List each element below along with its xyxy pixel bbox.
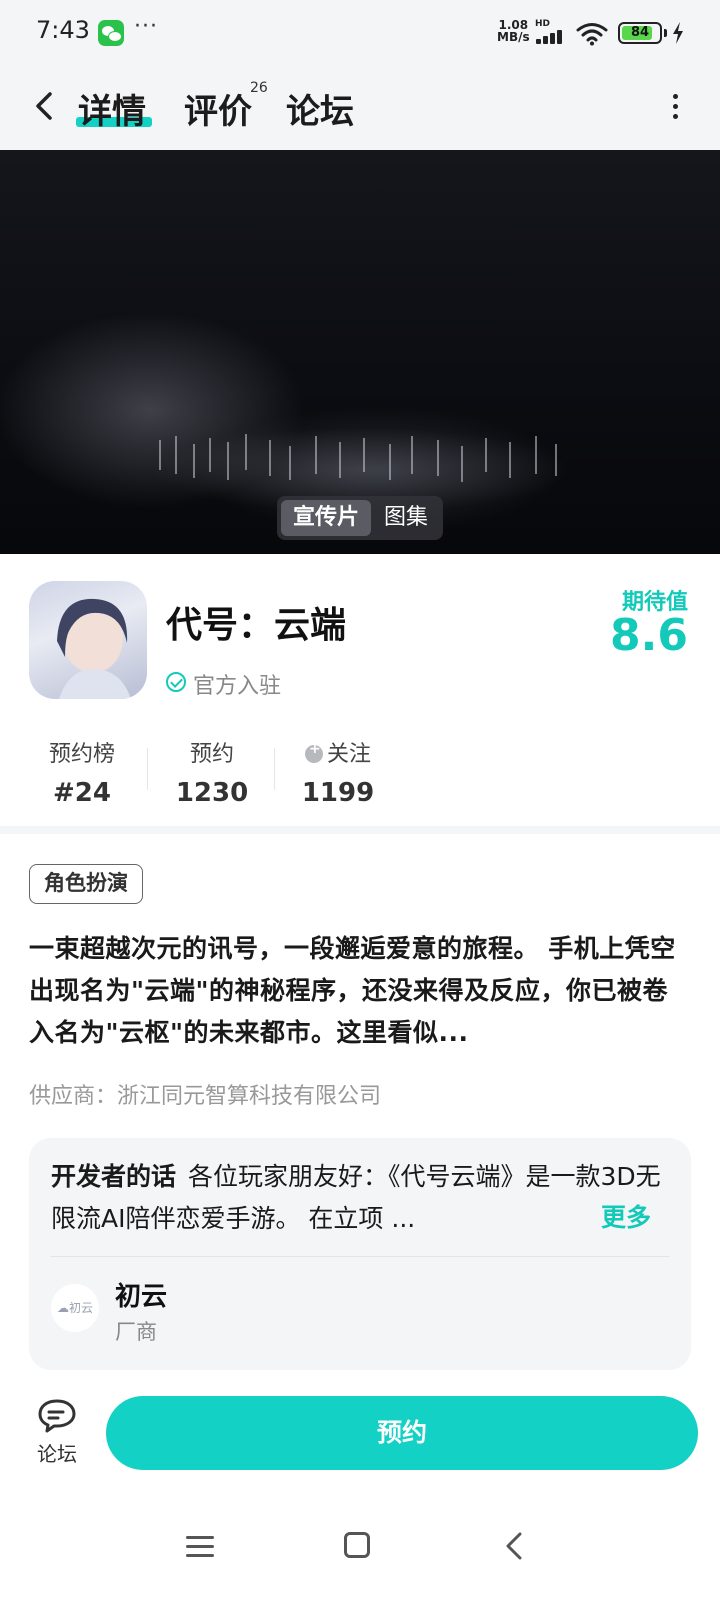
- status-time: 7:43: [36, 16, 90, 44]
- follow-button[interactable]: 关注 1199: [292, 736, 384, 808]
- stat-bookings: 预约 1230: [166, 736, 258, 808]
- back-icon[interactable]: [30, 86, 60, 126]
- game-title: 代号：云端: [166, 605, 347, 646]
- supplier-info: 供应商：浙江同元智算科技有限公司: [29, 1084, 382, 1109]
- chat-bubble-icon: [38, 1399, 76, 1433]
- stat-value: 1199: [301, 778, 375, 808]
- developer-avatar[interactable]: ☁初云: [51, 1284, 99, 1332]
- heart-icon: [304, 741, 323, 763]
- tab-forum[interactable]: 论坛: [286, 84, 354, 133]
- system-nav-bar: [0, 1510, 720, 1600]
- developer-heading: 开发者的话: [51, 1162, 177, 1191]
- network-speed-unit: MB/s: [497, 30, 530, 44]
- more-notifications-icon: ···: [134, 14, 158, 39]
- tab-details-label: 详情: [78, 92, 146, 132]
- review-count: 26: [250, 80, 268, 96]
- game-description[interactable]: 一束超越次元的讯号，一段邂逅爱意的旅程。 手机上凭空出现名为"云端"的神秘程序，…: [29, 928, 691, 1054]
- divider: [147, 748, 148, 790]
- network-speed: 1.08 MB/s: [497, 19, 530, 43]
- battery-icon: 84: [618, 22, 662, 44]
- battery-percentage: 84: [630, 25, 650, 40]
- trailer-frame-light: [159, 434, 557, 482]
- status-bar: 7:43 ··· 1.08 MB/s HD 84: [0, 0, 720, 64]
- app-header: 详情 评价 26 论坛: [0, 64, 720, 150]
- wechat-icon: [98, 20, 124, 46]
- home-icon[interactable]: [344, 1532, 370, 1558]
- forum-label: 论坛: [37, 1442, 77, 1466]
- bolt-icon: [673, 22, 683, 44]
- game-icon: [29, 581, 147, 699]
- more-link[interactable]: 更多: [601, 1198, 651, 1234]
- tab-reviews[interactable]: 评价: [184, 84, 252, 133]
- tab-trailer[interactable]: 宣传片: [281, 500, 371, 536]
- expectation-score: 8.6: [610, 610, 688, 661]
- stat-value: 1230: [175, 778, 249, 808]
- forum-button[interactable]: 论坛: [30, 1398, 84, 1474]
- game-character-art: [57, 598, 131, 699]
- developer-message: 开发者的话 各位玩家朋友好：《代号云端》是一款3D无限流AI陪伴恋爱手游。 在立项…: [51, 1156, 671, 1240]
- verified-label: 官方入驻: [193, 674, 282, 699]
- wifi-icon: [576, 23, 608, 46]
- follow-label-row: 关注: [292, 736, 384, 768]
- system-back-icon[interactable]: [502, 1530, 526, 1562]
- stat-value: #24: [53, 778, 111, 808]
- media-toggle: 宣传片 图集: [277, 496, 443, 540]
- recent-apps-icon[interactable]: [186, 1534, 214, 1558]
- stat-label: 预约榜: [48, 742, 115, 767]
- stat-label: 预约: [189, 742, 234, 767]
- verified-icon: [166, 672, 186, 692]
- developer-role: 厂商: [115, 1320, 157, 1344]
- signal-icon: [536, 28, 570, 44]
- reserve-button[interactable]: 预约: [106, 1396, 698, 1470]
- tab-forum-label: 论坛: [286, 92, 354, 132]
- divider: [51, 1256, 669, 1257]
- tab-reviews-label: 评价: [184, 92, 252, 132]
- developer-card[interactable]: 开发者的话 各位玩家朋友好：《代号云端》是一款3D无限流AI陪伴恋爱手游。 在立项…: [29, 1138, 691, 1370]
- divider: [274, 748, 275, 790]
- genre-tag[interactable]: 角色扮演: [29, 864, 143, 904]
- trailer-video[interactable]: 宣传片 图集: [0, 150, 720, 554]
- tab-gallery[interactable]: 图集: [373, 500, 439, 536]
- stat-booking-rank[interactable]: 预约榜 #24: [36, 736, 128, 808]
- developer-name[interactable]: 初云: [115, 1276, 167, 1313]
- section-divider: [0, 826, 720, 834]
- tab-details[interactable]: 详情: [78, 84, 146, 133]
- battery-tip: [664, 29, 667, 37]
- more-icon[interactable]: [664, 90, 688, 124]
- stat-label: 关注: [326, 742, 371, 767]
- avatar-text: 初云: [68, 1301, 93, 1315]
